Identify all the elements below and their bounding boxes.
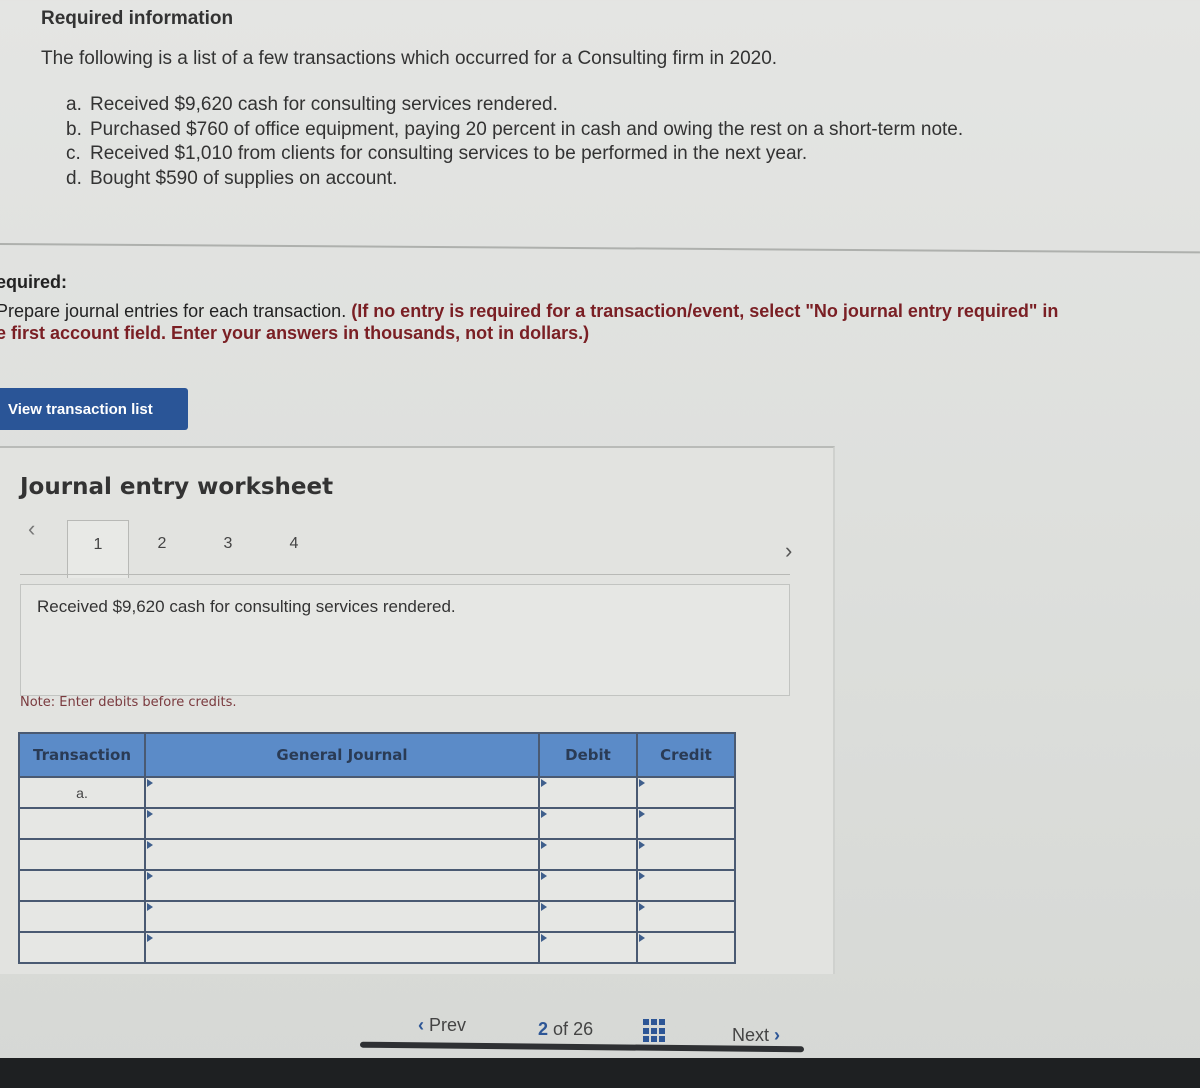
header-debit: Debit (538, 732, 638, 778)
credit-input[interactable] (636, 900, 736, 933)
tab-baseline (20, 574, 790, 575)
tab-3[interactable]: 3 (197, 520, 259, 572)
transaction-item: b. Purchased $760 of office equipment, pa… (66, 118, 963, 143)
chevron-right-icon: › (774, 1025, 781, 1045)
table-row (18, 869, 736, 902)
transaction-description: Received $9,620 cash for consulting serv… (37, 597, 456, 616)
account-select[interactable] (144, 900, 540, 933)
view-transaction-list-button[interactable]: View transaction list (0, 388, 188, 430)
account-select[interactable] (144, 776, 540, 809)
transaction-item: d. Bought $590 of supplies on account. (66, 167, 963, 192)
total-pages: 26 (573, 1019, 594, 1039)
chevron-left-icon: ‹ (418, 1015, 424, 1035)
debit-input[interactable] (538, 900, 638, 933)
next-button[interactable]: Next › (732, 1025, 780, 1046)
table-row: a. (18, 776, 736, 809)
transaction-list: a. Received $9,620 cash for consulting se… (66, 93, 963, 191)
tab-4[interactable]: 4 (263, 520, 325, 572)
transaction-cell (18, 807, 146, 840)
credit-input[interactable] (636, 838, 736, 871)
table-row (18, 838, 736, 871)
current-page: 2 (538, 1019, 549, 1039)
transaction-label: d. (66, 167, 82, 189)
transaction-text: Received $1,010 from clients for consult… (90, 143, 808, 164)
section-divider (0, 243, 1200, 254)
note-text: Note: Enter debits before credits. (20, 695, 237, 710)
table-row (18, 900, 736, 933)
credit-input[interactable] (636, 776, 736, 809)
debit-input[interactable] (538, 838, 638, 871)
account-select[interactable] (144, 807, 540, 840)
transaction-text: Bought $590 of supplies on account. (90, 167, 398, 189)
tab-2[interactable]: 2 (131, 520, 193, 572)
tab-prev-chevron-icon[interactable]: ‹ (28, 516, 35, 542)
account-select[interactable] (144, 838, 540, 871)
transaction-cell (18, 931, 146, 964)
header-transaction: Transaction (18, 732, 146, 778)
prev-button[interactable]: ‹ Prev (418, 1015, 466, 1036)
tab-next-chevron-icon[interactable]: › (785, 538, 792, 564)
credit-input[interactable] (636, 931, 736, 964)
credit-input[interactable] (636, 869, 736, 902)
transaction-cell (18, 838, 146, 871)
transaction-description-box: Received $9,620 cash for consulting serv… (20, 584, 790, 696)
transaction-item: a. Received $9,620 cash for consulting se… (66, 93, 963, 118)
required-heading: equired: (0, 272, 68, 292)
grid-icon[interactable] (643, 1019, 667, 1043)
tab-1[interactable]: 1 (67, 520, 129, 578)
journal-entry-worksheet: Journal entry worksheet ‹ 1 2 3 4 › Rece… (0, 446, 835, 974)
page-indicator: 2 of 26 (538, 1019, 593, 1040)
prev-label: Prev (429, 1015, 467, 1035)
worksheet-title: Journal entry worksheet (20, 474, 334, 500)
credit-input[interactable] (636, 807, 736, 840)
transaction-cell: a. (18, 776, 146, 809)
transaction-label: a. (66, 94, 82, 115)
transaction-cell (18, 900, 146, 933)
table-row (18, 807, 736, 840)
next-label: Next (732, 1025, 770, 1045)
debit-input[interactable] (538, 807, 638, 840)
header-general-journal: General Journal (144, 732, 540, 778)
journal-table: Transaction General Journal Debit Credit… (18, 732, 736, 964)
transaction-label: b. (66, 118, 82, 140)
transaction-item: c. Received $1,010 from clients for consu… (66, 142, 963, 167)
header-credit: Credit (636, 732, 736, 778)
instructions: Prepare journal entries for each transac… (0, 300, 1200, 344)
instruction-bold-1: (If no entry is required for a transacti… (351, 301, 1059, 321)
transaction-cell (18, 869, 146, 902)
transaction-label: c. (66, 143, 81, 164)
required-info-title: Required information (41, 8, 234, 29)
debit-input[interactable] (538, 776, 638, 809)
account-select[interactable] (144, 931, 540, 964)
intro-text: The following is a list of a few transac… (41, 48, 778, 69)
transaction-text: Received $9,620 cash for consulting serv… (90, 94, 558, 115)
transaction-text: Purchased $760 of office equipment, payi… (90, 118, 964, 140)
pagination-footer: ‹ Prev 2 of 26 Next › (360, 1005, 810, 1045)
account-select[interactable] (144, 869, 540, 902)
screen-bezel (0, 1058, 1200, 1088)
instruction-bold-2: e first account field. Enter your answer… (0, 323, 590, 343)
debit-input[interactable] (538, 931, 638, 964)
debit-input[interactable] (538, 869, 638, 902)
table-row (18, 931, 736, 964)
instruction-text: Prepare journal entries for each transac… (0, 301, 352, 321)
page-of: of (553, 1019, 569, 1039)
